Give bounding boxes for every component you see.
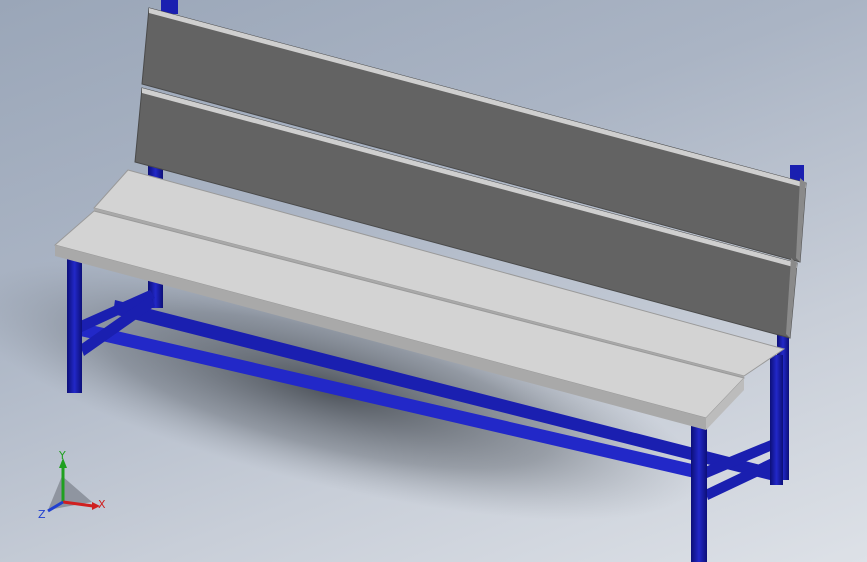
graphics-viewport[interactable]: Y X Z — [0, 0, 867, 562]
triad-z-label: Z — [38, 508, 46, 521]
bench-model-scene[interactable]: Y X Z — [0, 0, 867, 562]
triad-x-label: X — [98, 498, 106, 511]
triad-y-label: Y — [58, 449, 66, 462]
view-triad[interactable]: Y X Z — [38, 449, 106, 521]
